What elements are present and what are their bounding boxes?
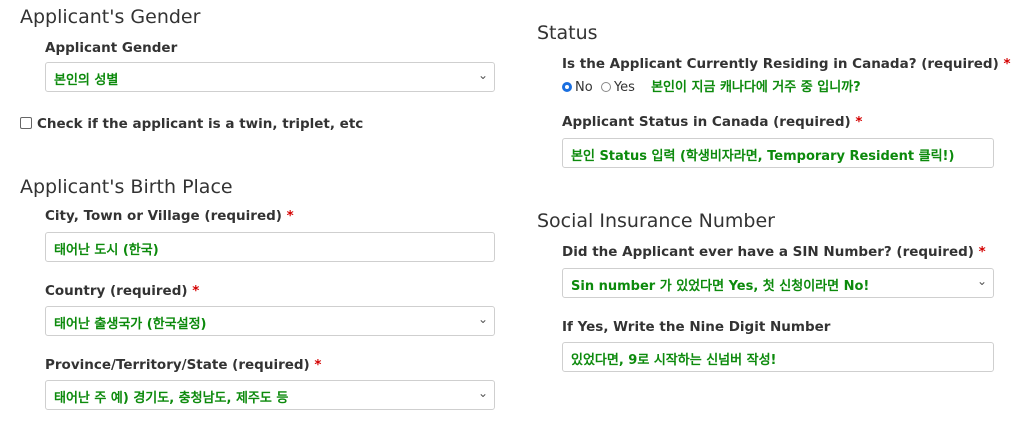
gender-label: Applicant Gender (45, 40, 178, 56)
sin-number-input[interactable]: 있었다면, 9로 시작하는 신넘버 작성! (562, 342, 994, 372)
sin-section-title: Social Insurance Number (537, 210, 775, 232)
chevron-down-icon: ⌄ (477, 312, 488, 326)
gender-select-value: 본인의 성별 (54, 73, 119, 88)
province-label: Province/Territory/State (required) * (45, 357, 322, 373)
status-input-value: 본인 Status 입력 (학생비자라면, Temporary Resident… (571, 149, 955, 164)
sin-had-label: Did the Applicant ever have a SIN Number… (562, 244, 986, 260)
city-input[interactable]: 태어난 도시 (한국) (45, 232, 495, 262)
residing-yes-radio[interactable] (600, 82, 611, 92)
birth-section-title: Applicant's Birth Place (20, 176, 233, 198)
chevron-down-icon: ⌄ (976, 274, 987, 288)
residing-hint: 본인이 지금 캐나다에 거주 중 입니까? (651, 80, 861, 95)
city-label: City, Town or Village (required) * (45, 208, 294, 224)
residing-no-label: No (575, 80, 593, 95)
status-label: Applicant Status in Canada (required) * (562, 114, 863, 130)
sin-number-input-value: 있었다면, 9로 시작하는 신넘버 작성! (571, 353, 777, 368)
status-input[interactable]: 본인 Status 입력 (학생비자라면, Temporary Resident… (562, 138, 994, 168)
residing-radio-group: No Yes 본인이 지금 캐나다에 거주 중 입니까? (562, 76, 861, 95)
country-label: Country (required) * (45, 283, 200, 299)
country-select-value: 태어난 출생국가 (한국설정) (54, 317, 207, 332)
twin-checkbox-row[interactable]: Check if the applicant is a twin, triple… (20, 116, 363, 132)
city-input-value: 태어난 도시 (한국) (54, 243, 159, 258)
country-select[interactable]: 태어난 출생국가 (한국설정) ⌄ (45, 306, 495, 336)
sin-had-select-value: Sin number 가 있었다면 Yes, 첫 신청이라면 No! (571, 279, 870, 294)
residing-label: Is the Applicant Currently Residing in C… (562, 56, 1011, 72)
twin-checkbox-label: Check if the applicant is a twin, triple… (37, 116, 364, 132)
chevron-down-icon: ⌄ (477, 68, 488, 82)
sin-number-label: If Yes, Write the Nine Digit Number (562, 319, 831, 335)
sin-had-select[interactable]: Sin number 가 있었다면 Yes, 첫 신청이라면 No! ⌄ (562, 268, 994, 298)
gender-section-title: Applicant's Gender (20, 6, 201, 28)
gender-select[interactable]: 본인의 성별 ⌄ (45, 62, 495, 92)
residing-no-radio[interactable] (562, 82, 572, 92)
chevron-down-icon: ⌄ (477, 386, 488, 400)
province-select-value: 태어난 주 예) 경기도, 충청남도, 제주도 등 (54, 391, 289, 406)
residing-yes-label: Yes (613, 80, 635, 95)
status-section-title: Status (537, 22, 598, 44)
twin-checkbox[interactable] (20, 117, 32, 129)
province-select[interactable]: 태어난 주 예) 경기도, 충청남도, 제주도 등 ⌄ (45, 380, 495, 410)
